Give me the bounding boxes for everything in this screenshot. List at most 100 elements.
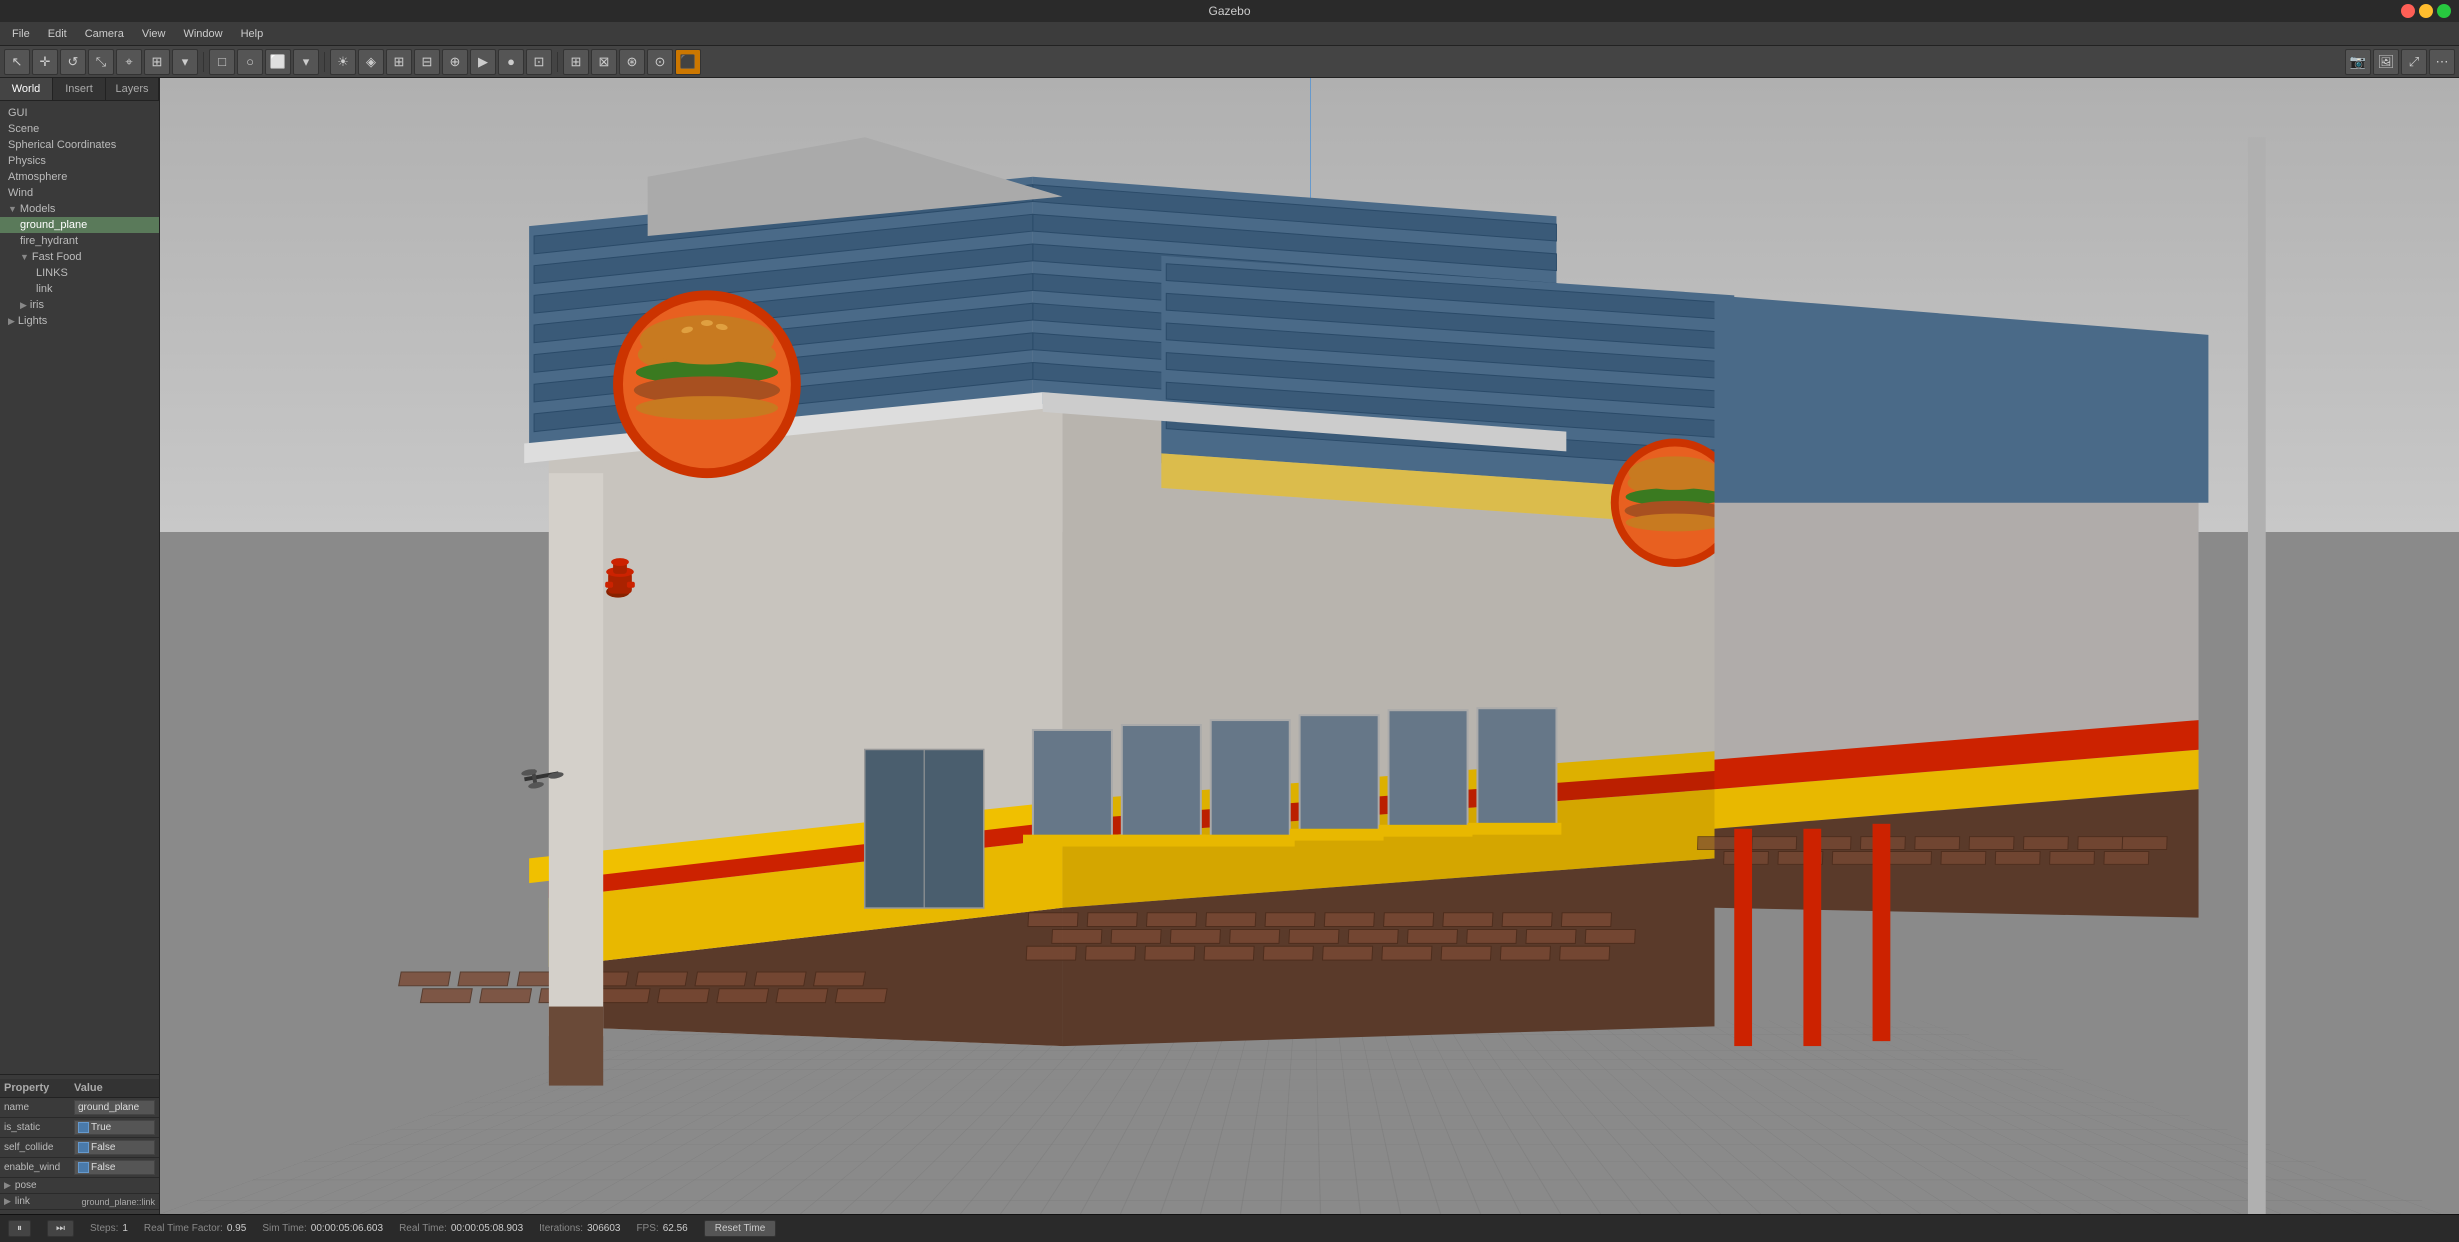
- tool-expand[interactable]: ⤢: [2401, 49, 2427, 75]
- menu-camera[interactable]: Camera: [77, 26, 132, 42]
- steps-value: 1: [122, 1223, 128, 1234]
- sep3: [557, 52, 558, 72]
- property-col-header: Property: [4, 1082, 74, 1094]
- tool-play[interactable]: ▶: [470, 49, 496, 75]
- tool-more1[interactable]: ▾: [172, 49, 198, 75]
- prop-enablewind-row: enable_wind False: [0, 1158, 159, 1178]
- menu-bar: File Edit Camera View Window Help: [0, 22, 2459, 46]
- prop-pose-row[interactable]: ▶ pose: [0, 1178, 159, 1194]
- tool-view2[interactable]: ⊠: [591, 49, 617, 75]
- tool-camera-right[interactable]: 📷: [2345, 49, 2371, 75]
- value-col-header: Value: [74, 1082, 155, 1094]
- sidebar-tabs: World Insert Layers: [0, 78, 159, 101]
- tree-models[interactable]: ▼ Models: [0, 201, 159, 217]
- tool-align[interactable]: ⊞: [144, 49, 170, 75]
- steps-label: Steps:: [90, 1223, 118, 1234]
- tree-scene[interactable]: Scene: [0, 121, 159, 137]
- tab-layers[interactable]: Layers: [106, 78, 159, 100]
- prop-enablewind-value: False: [74, 1160, 155, 1175]
- tool-snap[interactable]: ⌖: [116, 49, 142, 75]
- fps-item: FPS: 62.56: [636, 1223, 687, 1234]
- tool-scale[interactable]: ⤡: [88, 49, 114, 75]
- tree-gui[interactable]: GUI: [0, 105, 159, 121]
- close-button[interactable]: [2401, 4, 2415, 18]
- menu-view[interactable]: View: [134, 26, 174, 42]
- tree-wind[interactable]: Wind: [0, 185, 159, 201]
- tool-orange[interactable]: ⬛: [675, 49, 701, 75]
- tool-move[interactable]: ✛: [32, 49, 58, 75]
- prop-selfcollide-label: self_collide: [4, 1142, 74, 1153]
- tool-select[interactable]: ↖: [4, 49, 30, 75]
- prop-pose-label: pose: [15, 1180, 37, 1191]
- tool-more4[interactable]: ⊡: [526, 49, 552, 75]
- tree-fast-food[interactable]: ▼ Fast Food: [0, 249, 159, 265]
- tab-world[interactable]: World: [0, 78, 53, 100]
- fps-label: FPS:: [636, 1223, 658, 1234]
- toolbar: ↖ ✛ ↺ ⤡ ⌖ ⊞ ▾ □ ○ ⬜ ▾ ☀ ◈ ⊞ ⊟ ⊕ ▶ ● ⊡ ⊞ …: [0, 46, 2459, 78]
- reset-time-button[interactable]: Reset Time: [704, 1220, 777, 1237]
- realtime-value: 00:00:05:08.903: [451, 1223, 523, 1234]
- tab-insert[interactable]: Insert: [53, 78, 106, 100]
- iterations-label: Iterations:: [539, 1223, 583, 1234]
- menu-help[interactable]: Help: [233, 26, 272, 42]
- prop-link-row[interactable]: ▶ link ground_plane::link: [0, 1194, 159, 1210]
- tool-light[interactable]: ☀: [330, 49, 356, 75]
- tool-screenshot[interactable]: 🖼: [2373, 49, 2399, 75]
- realtime-label: Real Time:: [399, 1223, 447, 1234]
- tool-more-right[interactable]: ⋯: [2429, 49, 2455, 75]
- tool-view4[interactable]: ⊙: [647, 49, 673, 75]
- self-collide-checkbox[interactable]: [78, 1142, 89, 1153]
- tool-more3[interactable]: ⊞: [386, 49, 412, 75]
- fps-value: 62.56: [663, 1223, 688, 1234]
- viewport[interactable]: [160, 78, 2459, 1214]
- scene-tree: GUI Scene Spherical Coordinates Physics …: [0, 101, 159, 1074]
- sep1: [203, 52, 204, 72]
- tree-spherical-coordinates[interactable]: Spherical Coordinates: [0, 137, 159, 153]
- minimize-button[interactable]: [2419, 4, 2433, 18]
- enable-wind-checkbox[interactable]: [78, 1162, 89, 1173]
- tool-more2[interactable]: ▾: [293, 49, 319, 75]
- tool-grid[interactable]: ⊟: [414, 49, 440, 75]
- rtf-value: 0.95: [227, 1223, 246, 1234]
- tree-physics[interactable]: Physics: [0, 153, 159, 169]
- tree-lights[interactable]: ▶ Lights: [0, 313, 159, 329]
- prop-link-label: link: [15, 1196, 82, 1207]
- tool-view1[interactable]: ⊞: [563, 49, 589, 75]
- iterations-value: 306603: [587, 1223, 620, 1234]
- tool-material[interactable]: ◈: [358, 49, 384, 75]
- tool-sphere[interactable]: ○: [237, 49, 263, 75]
- prop-isstatic-value: True: [74, 1120, 155, 1135]
- tool-axes[interactable]: ⊕: [442, 49, 468, 75]
- tree-atmosphere[interactable]: Atmosphere: [0, 169, 159, 185]
- tree-links[interactable]: LINKS: [0, 265, 159, 281]
- window-controls[interactable]: [2401, 4, 2451, 18]
- status-bar: ⏸ ⏭ Steps: 1 Real Time Factor: 0.95 Sim …: [0, 1214, 2459, 1242]
- prop-name-value[interactable]: ground_plane: [74, 1100, 155, 1115]
- prop-isstatic-label: is_static: [4, 1122, 74, 1133]
- expand-iris-icon: ▶: [20, 300, 27, 311]
- menu-window[interactable]: Window: [175, 26, 230, 42]
- menu-edit[interactable]: Edit: [40, 26, 75, 42]
- tree-ground-plane[interactable]: ground_plane: [0, 217, 159, 233]
- prop-selfcollide-row: self_collide False: [0, 1138, 159, 1158]
- prop-name-label: name: [4, 1102, 74, 1113]
- tool-record[interactable]: ●: [498, 49, 524, 75]
- property-header: Property Value: [0, 1079, 159, 1098]
- left-sidebar: World Insert Layers GUI Scene Spherical …: [0, 78, 160, 1214]
- tree-link[interactable]: link: [0, 281, 159, 297]
- expand-fastfood-icon: ▼: [20, 252, 29, 262]
- prop-name-row: name ground_plane: [0, 1098, 159, 1118]
- maximize-button[interactable]: [2437, 4, 2451, 18]
- menu-file[interactable]: File: [4, 26, 38, 42]
- tool-box[interactable]: □: [209, 49, 235, 75]
- tool-rotate[interactable]: ↺: [60, 49, 86, 75]
- expand-link-icon: ▶: [4, 1196, 11, 1207]
- tree-iris[interactable]: ▶ iris: [0, 297, 159, 313]
- tool-view3[interactable]: ⊛: [619, 49, 645, 75]
- tool-cylinder[interactable]: ⬜: [265, 49, 291, 75]
- expand-models-icon: ▼: [8, 204, 17, 214]
- tree-fire-hydrant[interactable]: fire_hydrant: [0, 233, 159, 249]
- step-button[interactable]: ⏭: [47, 1220, 74, 1237]
- is-static-checkbox[interactable]: [78, 1122, 89, 1133]
- pause-button[interactable]: ⏸: [8, 1220, 31, 1237]
